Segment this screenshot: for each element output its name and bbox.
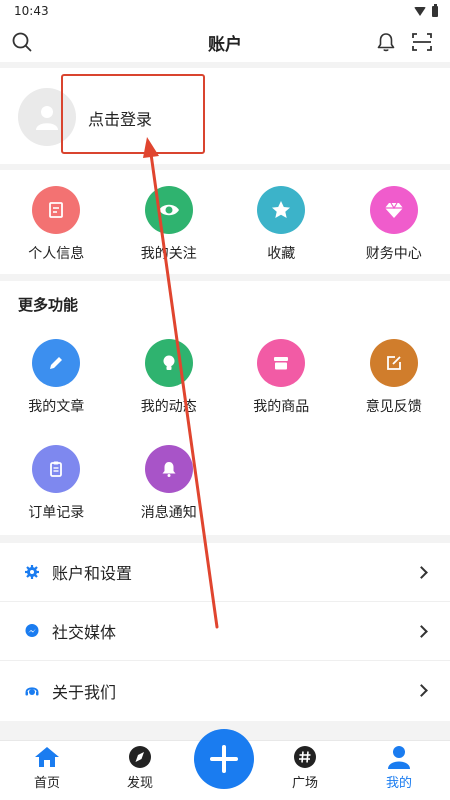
tab-mine[interactable]: 我的: [369, 745, 429, 791]
function-my-products[interactable]: 我的商品: [225, 339, 338, 416]
bulb-icon: [144, 339, 193, 387]
function-feedback[interactable]: 意见反馈: [338, 339, 450, 416]
menu-item-account-settings[interactable]: 账户和设置: [0, 543, 450, 602]
function-label: 意见反馈: [365, 399, 422, 415]
compass-icon: [129, 746, 151, 768]
tab-square[interactable]: 广场: [275, 745, 335, 791]
quick-action-profile[interactable]: 个人信息: [0, 170, 113, 274]
store-icon: [257, 339, 306, 387]
tab-label: 首页: [33, 776, 60, 791]
tab-home[interactable]: 首页: [17, 745, 77, 791]
tab-label: 广场: [291, 776, 318, 791]
plus-icon: [210, 745, 238, 773]
menu-label: 关于我们: [52, 682, 117, 702]
more-functions-section: 更多功能 我的文章 我的动态 我的商品 意见反馈 订单记录 消息通知: [0, 281, 450, 535]
quick-action-finance[interactable]: 财务中心: [338, 170, 450, 274]
function-my-posts[interactable]: 我的动态: [113, 339, 226, 416]
chevron-right-icon: [415, 684, 428, 697]
settings-menu: 账户和设置 社交媒体 关于我们: [0, 543, 450, 721]
note-icon: [32, 186, 81, 234]
quick-action-favorites[interactable]: 收藏: [225, 170, 338, 274]
chevron-right-icon: [415, 624, 428, 638]
quick-action-label: 个人信息: [28, 246, 85, 262]
quick-action-following[interactable]: 我的关注: [113, 170, 226, 274]
function-label: 我的文章: [28, 399, 85, 415]
app-header: 账户: [0, 22, 450, 62]
function-row: 我的文章 我的动态 我的商品 意见反馈: [0, 339, 450, 416]
wifi-icon: [414, 6, 426, 16]
scan-icon[interactable]: [410, 30, 434, 54]
status-icons: [414, 3, 438, 17]
add-button[interactable]: [194, 729, 254, 789]
clipboard-icon: [32, 445, 81, 493]
home-icon: [35, 747, 59, 767]
quick-action-label: 我的关注: [140, 246, 197, 262]
menu-item-about-us[interactable]: 关于我们: [0, 661, 450, 720]
eye-icon: [144, 186, 193, 234]
status-bar: 10:43: [0, 0, 450, 22]
diamond-icon: [369, 186, 418, 234]
pencil-icon: [32, 339, 81, 387]
tab-label: 发现: [126, 776, 153, 791]
function-orders[interactable]: 订单记录: [0, 445, 113, 522]
section-title: 更多功能: [18, 296, 79, 314]
menu-label: 账户和设置: [52, 564, 133, 583]
function-label: 订单记录: [28, 505, 85, 521]
search-icon[interactable]: [10, 30, 34, 54]
profile-card[interactable]: 点击登录: [0, 68, 450, 164]
support-icon: [24, 683, 40, 699]
function-label: 消息通知: [140, 505, 197, 521]
quick-action-label: 收藏: [267, 246, 296, 262]
bell-icon: [144, 445, 193, 493]
star-icon: [257, 186, 306, 234]
edit-icon: [369, 339, 418, 387]
page-title: 账户: [208, 34, 242, 55]
bell-icon[interactable]: [374, 30, 398, 54]
battery-icon: [432, 3, 438, 17]
function-my-articles[interactable]: 我的文章: [0, 339, 113, 416]
user-icon: [388, 746, 410, 769]
hashtag-icon: [294, 746, 316, 768]
chevron-right-icon: [415, 565, 428, 579]
user-silhouette-icon: [36, 106, 58, 130]
function-label: 我的商品: [253, 399, 310, 415]
function-notifications[interactable]: 消息通知: [113, 445, 226, 522]
menu-label: 社交媒体: [52, 623, 117, 642]
quick-action-label: 财务中心: [365, 246, 422, 262]
status-time: 10:43: [14, 4, 49, 18]
menu-item-social-media[interactable]: 社交媒体: [0, 602, 450, 661]
login-highlight-box: [61, 74, 205, 154]
function-label: 我的动态: [140, 399, 197, 415]
tab-discover[interactable]: 发现: [110, 745, 170, 791]
tab-label: 我的: [385, 776, 412, 791]
quick-actions: 个人信息 我的关注 收藏 财务中心: [0, 170, 450, 274]
function-row: 订单记录 消息通知: [0, 445, 450, 522]
gear-icon: [24, 564, 40, 580]
messenger-icon: [24, 623, 40, 639]
